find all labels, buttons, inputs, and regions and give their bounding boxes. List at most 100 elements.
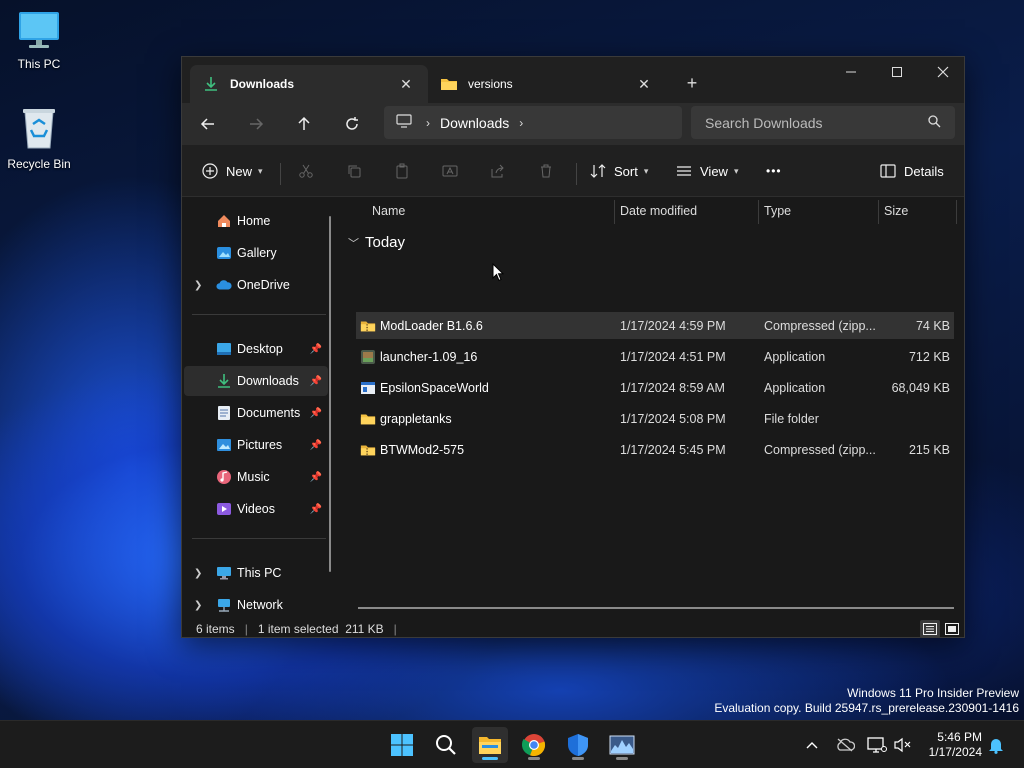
pin-icon[interactable]: 📌 [310, 440, 322, 451]
pin-icon[interactable]: 📌 [310, 472, 322, 483]
speaker-muted-icon [894, 737, 911, 753]
arrow-right-icon [250, 118, 264, 130]
nav-item-videos[interactable]: Videos 📌 [184, 494, 328, 524]
chevron-right-icon[interactable]: › [519, 116, 523, 130]
file-date: 1/17/2024 4:51 PM [620, 349, 726, 364]
more-options-button[interactable]: ••• [766, 155, 782, 187]
close-tab-icon[interactable]: ✕ [634, 74, 654, 94]
column-divider[interactable] [956, 200, 957, 224]
up-button[interactable] [288, 108, 320, 140]
chevron-right-icon[interactable]: › [426, 116, 430, 130]
new-tab-button[interactable]: + [680, 71, 704, 95]
start-button[interactable] [384, 727, 420, 763]
taskbar-file-explorer[interactable] [472, 727, 508, 763]
watermark-edition: Windows 11 Pro Insider Preview [847, 686, 1019, 700]
nav-item-network[interactable]: ❯ Network [184, 590, 328, 620]
taskbar-security[interactable] [560, 727, 596, 763]
column-header-date[interactable]: Date modified [620, 198, 697, 224]
nav-item-documents[interactable]: Documents 📌 [184, 398, 328, 428]
table-row[interactable]: launcher-1.09_16 1/17/2024 4:51 PM Applica… [356, 343, 954, 370]
taskbar-clock[interactable]: 5:46 PM 1/17/2024 [920, 730, 982, 760]
column-header-type[interactable]: Type [764, 198, 791, 224]
nav-item-pictures[interactable]: Pictures 📌 [184, 430, 328, 460]
file-size: 215 KB [908, 442, 950, 457]
nav-item-desktop[interactable]: Desktop 📌 [184, 334, 328, 364]
onedrive-tray-icon[interactable] [833, 733, 857, 757]
pin-icon[interactable]: 📌 [310, 408, 322, 419]
status-bar: 6 items | 1 item selected 211 KB | [182, 620, 964, 638]
address-box[interactable]: › Downloads › [384, 106, 682, 139]
table-row[interactable]: ModLoader B1.6.6 1/17/2024 4:59 PM Compres… [356, 312, 954, 339]
table-row[interactable]: BTWMod2-575 1/17/2024 5:45 PM Compressed (… [356, 436, 954, 463]
nav-item-downloads[interactable]: Downloads 📌 [184, 366, 328, 396]
chevron-right-icon[interactable]: ❯ [194, 568, 202, 579]
back-button[interactable] [192, 108, 224, 140]
tab-versions[interactable]: versions ✕ [428, 65, 666, 103]
pin-icon[interactable]: 📌 [310, 376, 322, 387]
pin-icon[interactable]: 📌 [310, 344, 322, 355]
nav-item-onedrive[interactable]: ❯ OneDrive [184, 270, 328, 300]
delete-button[interactable] [538, 155, 554, 187]
nav-scrollbar[interactable] [329, 216, 331, 572]
nav-item-label: Downloads [237, 374, 299, 388]
column-header-size[interactable]: Size [884, 198, 908, 224]
column-divider[interactable] [614, 200, 615, 224]
volume-tray-icon[interactable] [890, 733, 914, 757]
table-row[interactable]: grappletanks 1/17/2024 5:08 PM File folder [356, 405, 954, 432]
nav-item-gallery[interactable]: Gallery [184, 238, 328, 268]
close-tab-icon[interactable]: ✕ [396, 74, 416, 94]
nav-item-label: Videos [237, 502, 275, 516]
file-date: 1/17/2024 4:59 PM [620, 318, 726, 333]
search-icon[interactable] [927, 114, 941, 131]
notifications-button[interactable] [984, 733, 1008, 757]
forward-button[interactable] [240, 108, 272, 140]
tab-downloads[interactable]: Downloads ✕ [190, 65, 428, 103]
nav-item-music[interactable]: Music 📌 [184, 462, 328, 492]
column-divider[interactable] [878, 200, 879, 224]
search-input[interactable] [705, 114, 927, 131]
details-view-toggle[interactable] [920, 620, 940, 638]
horizontal-scrollbar[interactable] [358, 607, 954, 609]
close-window-button[interactable] [920, 57, 966, 87]
taskbar-resource-monitor[interactable] [604, 727, 640, 763]
mouse-cursor-icon [492, 262, 505, 285]
file-name: BTWMod2-575 [380, 442, 465, 457]
maximize-button[interactable] [874, 57, 920, 87]
column-divider[interactable] [758, 200, 759, 224]
view-button[interactable]: View ▾ [676, 155, 738, 187]
show-hidden-icons-button[interactable] [800, 733, 824, 757]
search-taskbar-button[interactable] [428, 727, 464, 763]
new-button[interactable]: New ▾ [202, 155, 263, 187]
details-pane-button[interactable]: Details [880, 155, 944, 187]
download-icon [202, 75, 220, 93]
breadcrumb-downloads[interactable]: Downloads [440, 115, 509, 131]
refresh-button[interactable] [336, 108, 368, 140]
details-label: Details [904, 163, 944, 179]
chevron-right-icon[interactable]: ❯ [194, 600, 202, 611]
file-name: grappletanks [380, 411, 452, 426]
navigation-pane: Home Gallery ❯ OneDrive Desktop 📌 Downlo… [182, 198, 340, 620]
table-row[interactable]: EpsilonSpaceWorld 1/17/2024 8:59 AM Applic… [356, 374, 954, 401]
cloud-offline-icon [837, 738, 855, 752]
taskbar-chrome[interactable] [516, 727, 552, 763]
column-header-name[interactable]: Name [372, 198, 405, 224]
chevron-right-icon[interactable]: ❯ [194, 280, 202, 291]
desktop-icon-this-pc[interactable]: This PC [1, 10, 77, 71]
nav-item-home[interactable]: Home [184, 206, 328, 236]
desktop-folder-icon [216, 341, 232, 357]
nav-item-this-pc[interactable]: ❯ This PC [184, 558, 328, 588]
pin-icon[interactable]: 📌 [310, 504, 322, 515]
share-button[interactable] [490, 155, 506, 187]
rename-button[interactable] [442, 155, 458, 187]
minimize-button[interactable] [828, 57, 874, 87]
nav-divider [192, 538, 326, 539]
ethernet-icon [867, 737, 887, 753]
group-header-today[interactable]: ﹀ Today [348, 234, 405, 251]
tiles-view-toggle[interactable] [942, 620, 962, 638]
sort-button[interactable]: Sort ▾ [590, 155, 648, 187]
paste-button[interactable] [394, 155, 410, 187]
desktop-icon-recycle-bin[interactable]: Recycle Bin [1, 106, 77, 171]
network-tray-icon[interactable] [865, 733, 889, 757]
cut-button[interactable] [298, 155, 314, 187]
copy-button[interactable] [346, 155, 362, 187]
